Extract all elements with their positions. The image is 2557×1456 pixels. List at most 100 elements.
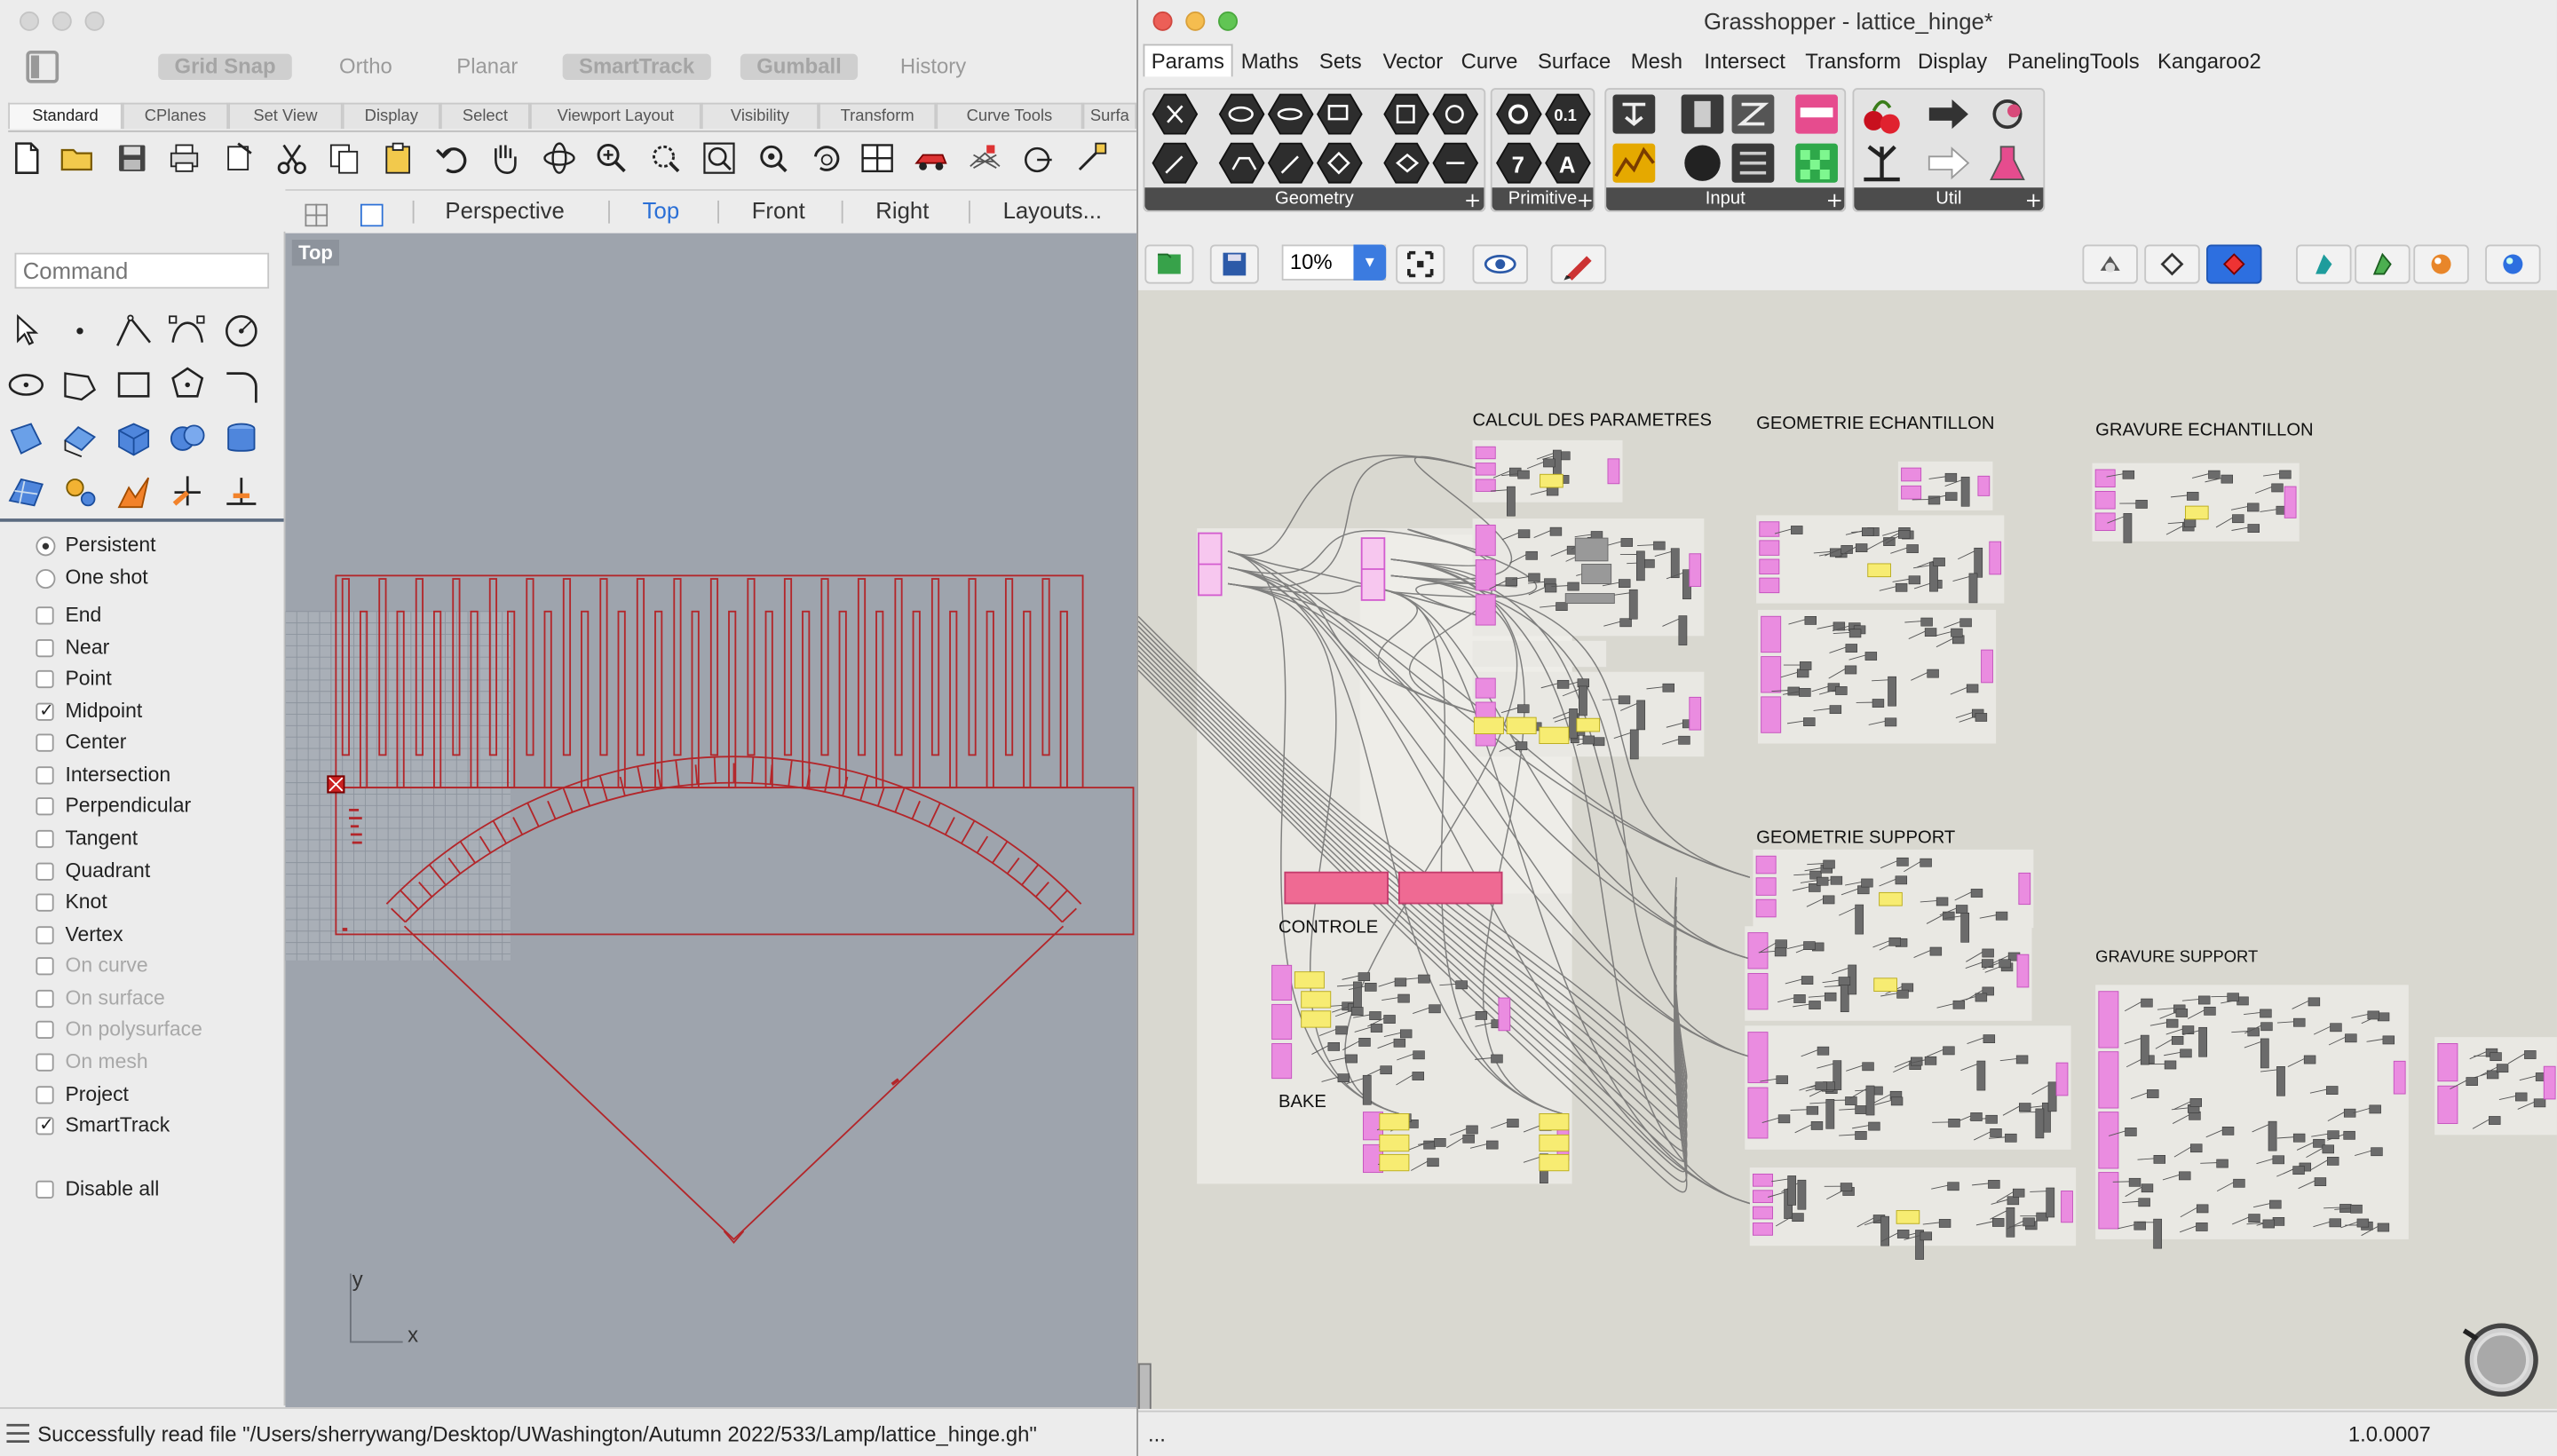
input-params-icons[interactable] <box>1611 91 1843 186</box>
tab-top[interactable]: Top <box>643 197 679 223</box>
zoom-extents-button[interactable] <box>1396 244 1445 284</box>
mesh-icon[interactable] <box>5 471 48 514</box>
tab-display[interactable]: Display <box>342 102 440 130</box>
save-icon[interactable] <box>115 140 150 176</box>
new-file-icon[interactable] <box>8 140 44 176</box>
tab-perspective[interactable]: Perspective <box>445 197 564 223</box>
zoom-selected-icon[interactable] <box>755 140 790 176</box>
sidebar-toggle-icon[interactable] <box>26 50 59 83</box>
menu-lines-icon[interactable] <box>6 1423 30 1444</box>
tab-vector[interactable]: Vector <box>1383 49 1444 74</box>
navigation-compass-icon[interactable] <box>2459 1318 2541 1399</box>
curve-icon[interactable] <box>166 310 209 352</box>
mesh-preview-button[interactable] <box>2355 244 2411 284</box>
select-arrow-icon[interactable] <box>5 310 48 352</box>
util-params-icons[interactable] <box>1857 91 2040 186</box>
primitive-params-icons[interactable]: 0.1 7 A <box>1495 91 1593 186</box>
tab-panelingtools[interactable]: PanelingTools <box>2007 49 2140 74</box>
cplane-icon[interactable] <box>1021 140 1057 176</box>
tab-visibility[interactable]: Visibility <box>701 102 819 130</box>
smarttrack-toggle[interactable]: SmartTrack <box>562 53 711 80</box>
pan-hand-icon[interactable] <box>486 140 521 176</box>
gear-tools-icon[interactable] <box>59 471 101 514</box>
tab-set-view[interactable]: Set View <box>228 102 343 130</box>
blue-sphere-button[interactable] <box>2485 244 2541 284</box>
viewport-label[interactable]: Top <box>291 239 340 266</box>
preview-wireframe-button[interactable] <box>2082 244 2138 284</box>
tab-transform[interactable]: Transform <box>819 102 937 130</box>
polygon-icon[interactable] <box>166 364 209 407</box>
grid-display-icon[interactable] <box>967 140 1002 176</box>
cylinder-icon[interactable] <box>220 417 263 460</box>
tab-select[interactable]: Select <box>439 102 530 130</box>
tab-transform[interactable]: Transform <box>1805 49 1901 74</box>
sketch-button[interactable] <box>1550 244 1607 284</box>
tab-surface[interactable]: Surface <box>1538 49 1611 74</box>
undo-view-icon[interactable] <box>807 140 843 176</box>
import-icon[interactable] <box>222 140 257 176</box>
rectangle-icon[interactable] <box>113 364 155 407</box>
preview-selected-button[interactable] <box>2206 244 2262 284</box>
history-toggle[interactable]: History <box>883 54 982 80</box>
window-zoom-button[interactable] <box>84 11 105 31</box>
zoom-icon[interactable] <box>594 140 629 176</box>
grid-snap-toggle[interactable]: Grid Snap <box>158 53 292 80</box>
tab-curve-tools[interactable]: Curve Tools <box>936 102 1083 130</box>
material-preview-button[interactable] <box>2413 244 2469 284</box>
viewport-layout-icon[interactable] <box>859 140 895 176</box>
explode-icon[interactable] <box>113 471 155 514</box>
polyline-icon[interactable] <box>113 310 155 352</box>
tab-right[interactable]: Right <box>875 197 929 223</box>
planar-toggle[interactable]: Planar <box>440 54 534 80</box>
preview-toggle-button[interactable] <box>1472 244 1528 284</box>
preview-shaded-button[interactable] <box>2144 244 2200 284</box>
expand-input-icon[interactable] <box>1827 194 1841 208</box>
extrude-icon[interactable] <box>59 417 101 460</box>
open-folder-icon[interactable] <box>59 140 94 176</box>
expand-primitive-icon[interactable] <box>1578 194 1592 208</box>
gumball-icon[interactable] <box>1073 140 1109 176</box>
single-view-icon[interactable] <box>360 203 384 227</box>
document-preview-button[interactable] <box>2296 244 2352 284</box>
fillet-curve-icon[interactable] <box>220 364 263 407</box>
rotate-view-icon[interactable] <box>542 140 577 176</box>
tab-intersect[interactable]: Intersect <box>1704 49 1785 74</box>
tab-params[interactable]: Params <box>1143 44 1233 77</box>
gh-open-button[interactable] <box>1144 244 1194 284</box>
circle-icon[interactable] <box>220 310 263 352</box>
tab-mesh[interactable]: Mesh <box>1631 49 1682 74</box>
point-icon[interactable] <box>59 310 101 352</box>
paste-icon[interactable] <box>380 140 416 176</box>
transform-icon[interactable] <box>166 471 209 514</box>
gh-canvas[interactable]: CALCUL DES PARAMETRES GEOMETRIE ECHANTIL… <box>1138 289 2557 1409</box>
tab-sets[interactable]: Sets <box>1319 49 1362 74</box>
copy-icon[interactable] <box>326 140 361 176</box>
ortho-toggle[interactable]: Ortho <box>323 54 408 80</box>
zoom-dropdown-button[interactable]: ▾ <box>1353 244 1387 281</box>
expand-geometry-icon[interactable] <box>1466 194 1479 208</box>
tab-layouts[interactable]: Layouts... <box>1003 197 1102 223</box>
gumball-toggle[interactable]: Gumball <box>740 53 859 80</box>
undo-icon[interactable] <box>434 140 470 176</box>
tab-front[interactable]: Front <box>752 197 805 223</box>
tab-maths[interactable]: Maths <box>1241 49 1299 74</box>
box-icon[interactable] <box>113 417 155 460</box>
canvas-scroll-handle[interactable] <box>1138 1363 1152 1409</box>
tab-curve[interactable]: Curve <box>1461 49 1518 74</box>
surface-corner-icon[interactable] <box>5 417 48 460</box>
window-minimize-button[interactable] <box>51 11 72 31</box>
expand-util-icon[interactable] <box>2027 194 2040 208</box>
print-icon[interactable] <box>166 140 202 176</box>
zoom-extents-icon[interactable] <box>701 140 737 176</box>
command-input[interactable] <box>14 252 270 289</box>
tab-viewport-layout[interactable]: Viewport Layout <box>529 102 701 130</box>
four-view-icon[interactable] <box>305 203 329 227</box>
top-viewport[interactable]: Top y x <box>285 233 1137 1408</box>
arc-icon[interactable] <box>59 364 101 407</box>
gh-save-button[interactable] <box>1209 244 1259 284</box>
cut-icon[interactable] <box>274 140 310 176</box>
render-car-icon[interactable] <box>914 140 949 176</box>
tab-surface[interactable]: Surfa <box>1082 102 1137 130</box>
tab-kangaroo2[interactable]: Kangaroo2 <box>2157 49 2261 74</box>
dimension-icon[interactable] <box>220 471 263 514</box>
